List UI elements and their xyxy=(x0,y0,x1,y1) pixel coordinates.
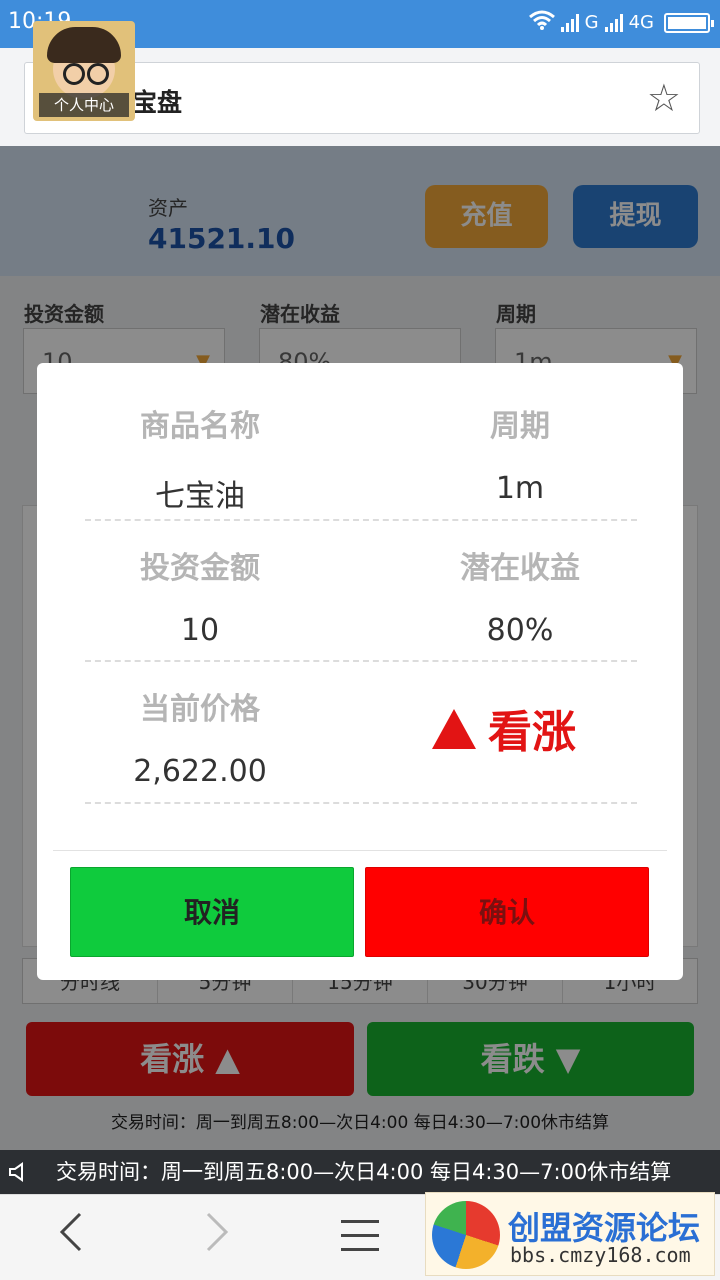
signal-icon xyxy=(560,13,579,32)
back-icon[interactable] xyxy=(58,1211,84,1260)
period-cell: 周期 1m xyxy=(370,401,670,506)
bookmark-star-icon[interactable]: ☆ xyxy=(647,79,681,117)
watermark-url: bbs.cmzy168.com xyxy=(510,1243,691,1267)
direction-indicator: 看涨 xyxy=(432,696,576,760)
amount-cell: 投资金额 10 xyxy=(50,543,350,648)
menu-icon[interactable] xyxy=(341,1220,379,1252)
up-triangle-icon xyxy=(432,709,476,749)
profit-cell: 潜在收益 80% xyxy=(370,543,670,648)
modal-profit-value: 80% xyxy=(486,613,554,648)
direction-label: 看涨 xyxy=(488,707,576,758)
divider xyxy=(85,519,637,521)
modal-profit-label: 潜在收益 xyxy=(460,551,580,586)
price-cell: 当前价格 2,622.00 xyxy=(50,684,350,789)
product-label: 商品名称 xyxy=(140,409,260,444)
modal-amount-label: 投资金额 xyxy=(140,551,260,586)
product-value: 七宝油 xyxy=(155,479,245,514)
modal-period-value: 1m xyxy=(495,471,545,506)
signal-icon-2 xyxy=(604,13,623,32)
modal-period-label: 周期 xyxy=(490,409,550,444)
forum-logo-icon xyxy=(432,1201,500,1269)
product-cell: 商品名称 七宝油 xyxy=(50,401,350,515)
notice-text: 交易时间：周一到周五8:00—次日4:00 每日4:30—7:00休市结算 xyxy=(56,1160,672,1184)
modal-price-label: 当前价格 xyxy=(140,692,260,727)
battery-icon xyxy=(664,12,714,33)
avatar-hair xyxy=(47,27,121,63)
network-type-2: 4G xyxy=(628,12,654,33)
forward-icon[interactable] xyxy=(204,1211,230,1260)
avatar[interactable]: 个人中心 xyxy=(33,21,135,121)
confirm-button[interactable]: 确认 xyxy=(365,867,649,957)
speaker-icon xyxy=(8,1150,30,1194)
order-confirm-dialog: 商品名称 七宝油 周期 1m 投资金额 10 潜在收益 80% 当前价格 2,6… xyxy=(37,363,683,980)
modal-price-value: 2,622.00 xyxy=(133,754,267,789)
divider xyxy=(85,802,637,804)
cancel-button[interactable]: 取消 xyxy=(70,867,354,957)
status-icons: G 4G xyxy=(528,10,714,35)
network-type-1: G xyxy=(584,12,599,33)
forum-watermark: 创盟资源论坛 bbs.cmzy168.com xyxy=(425,1192,715,1276)
notice-marquee: 交易时间：周一到周五8:00—次日4:00 每日4:30—7:00休市结算 xyxy=(0,1150,720,1194)
wifi-icon xyxy=(528,10,555,35)
user-center-link[interactable]: 个人中心 xyxy=(39,93,129,117)
dialog-separator xyxy=(53,850,667,851)
avatar-glasses-right xyxy=(87,63,109,85)
avatar-glasses-left xyxy=(63,63,85,85)
modal-amount-value: 10 xyxy=(180,613,220,648)
divider xyxy=(85,660,637,662)
